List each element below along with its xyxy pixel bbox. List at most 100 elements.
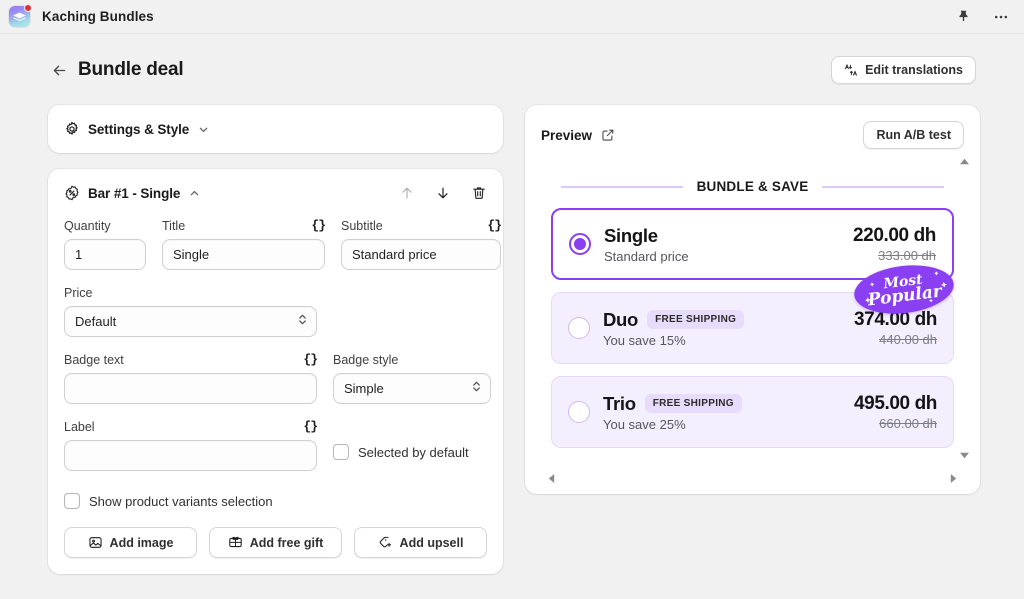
edit-translations-button[interactable]: Edit translations bbox=[831, 56, 976, 84]
title-label: Title bbox=[162, 218, 186, 233]
scroll-right-glyph bbox=[950, 474, 957, 483]
radio-single[interactable] bbox=[569, 233, 591, 255]
bar-action-buttons: Add image Add free gift Add upsell bbox=[64, 527, 487, 558]
settings-style-card: Settings & Style bbox=[48, 105, 503, 153]
translate-glyph bbox=[845, 64, 858, 76]
badge-text-variables-icon[interactable]: {} bbox=[303, 352, 318, 367]
arrow-up-icon bbox=[402, 187, 412, 199]
offer-title: Trio bbox=[603, 392, 636, 414]
delete-bar-button[interactable] bbox=[471, 185, 487, 201]
scroll-left-icon[interactable] bbox=[547, 473, 556, 484]
preview-header: Preview Run A/B test bbox=[525, 105, 980, 157]
settings-style-header[interactable]: Settings & Style bbox=[48, 105, 503, 153]
image-glyph bbox=[88, 537, 102, 548]
chevron-up-icon[interactable] bbox=[188, 187, 201, 200]
radio-duo[interactable] bbox=[568, 317, 590, 339]
heading-line-left bbox=[561, 185, 683, 188]
trash-icon bbox=[473, 187, 485, 199]
scroll-up-icon[interactable] bbox=[959, 157, 970, 166]
offer-option-trio[interactable]: Trio FREE SHIPPING You save 25% 495.00 d… bbox=[551, 376, 954, 448]
scroll-down-icon[interactable] bbox=[959, 451, 970, 460]
gift-icon bbox=[228, 535, 243, 550]
right-column: Preview Run A/B test BUNDLE & SAVE Singl… bbox=[525, 105, 980, 494]
page-body: Bundle deal Edit translations Settings &… bbox=[0, 34, 1024, 599]
external-link-icon[interactable] bbox=[601, 128, 615, 142]
move-bar-up-button[interactable] bbox=[399, 185, 415, 201]
discount-badge-glyph bbox=[65, 185, 79, 201]
free-shipping-badge: FREE SHIPPING bbox=[647, 310, 745, 329]
offer-compare-price: 333.00 dh bbox=[878, 248, 936, 263]
selected-by-default-checkbox[interactable]: Selected by default bbox=[333, 444, 469, 460]
bundle-heading: BUNDLE & SAVE bbox=[561, 179, 945, 194]
label-input[interactable] bbox=[64, 440, 317, 471]
badge-text-field: Badge text {} bbox=[64, 351, 318, 404]
quantity-input[interactable] bbox=[64, 239, 146, 270]
offer-price: 495.00 dh bbox=[853, 393, 937, 414]
badge-style-field: Badge style Simple bbox=[333, 351, 491, 404]
add-image-button[interactable]: Add image bbox=[64, 527, 197, 558]
move-bar-down-button[interactable] bbox=[435, 185, 451, 201]
badge-text-input[interactable] bbox=[64, 373, 317, 404]
app-titlebar: Kaching Bundles bbox=[0, 0, 1024, 34]
settings-style-title: Settings & Style bbox=[88, 121, 190, 137]
edit-translations-label: Edit translations bbox=[865, 63, 963, 77]
selected-by-default-label: Selected by default bbox=[358, 444, 469, 460]
pin-icon[interactable] bbox=[952, 6, 974, 28]
bar-settings-card: Bar #1 - Single Quantity 1 Title {} Sing… bbox=[48, 169, 503, 574]
label-field: Label {} bbox=[64, 418, 318, 471]
app-title: Kaching Bundles bbox=[42, 9, 154, 24]
badge-style-select[interactable]: Simple bbox=[333, 373, 491, 404]
offer-title: Single bbox=[604, 224, 658, 246]
run-ab-test-button[interactable]: Run A/B test bbox=[863, 121, 964, 149]
offer-main: Duo FREE SHIPPING You save 15% bbox=[603, 309, 844, 348]
title-field: Title {} bbox=[162, 217, 326, 270]
add-upsell-button[interactable]: Add upsell bbox=[354, 527, 487, 558]
bundle-heading-text: BUNDLE & SAVE bbox=[696, 179, 809, 194]
sparkle-icon: ✦ bbox=[868, 281, 876, 290]
price-field: Price Default bbox=[64, 284, 317, 337]
selected-by-default-field: Selected by default bbox=[333, 418, 469, 471]
more-horizontal-icon[interactable] bbox=[990, 6, 1012, 28]
layers-glyph bbox=[13, 12, 26, 22]
upsell-tag-glyph bbox=[379, 536, 391, 548]
scroll-left-glyph bbox=[548, 474, 555, 483]
bar-card-header[interactable]: Bar #1 - Single bbox=[48, 169, 503, 217]
show-variants-checkbox[interactable]: Show product variants selection bbox=[64, 493, 487, 509]
bar-settings-form: Quantity Title {} Subtitl bbox=[48, 217, 503, 574]
arrow-down-icon bbox=[438, 187, 448, 199]
upsell-tag-icon bbox=[378, 535, 393, 550]
page-header: Bundle deal Edit translations bbox=[48, 34, 976, 105]
title-input[interactable] bbox=[162, 239, 325, 270]
scroll-down-glyph bbox=[960, 452, 969, 459]
offer-prices: 495.00 dh 660.00 dh bbox=[844, 393, 937, 431]
radio-trio[interactable] bbox=[568, 401, 590, 423]
offer-main: Trio FREE SHIPPING You save 25% bbox=[603, 393, 844, 432]
subtitle-variables-icon[interactable]: {} bbox=[487, 218, 502, 233]
scroll-right-icon[interactable] bbox=[949, 473, 958, 484]
app-layers-icon bbox=[9, 4, 32, 27]
add-free-gift-button[interactable]: Add free gift bbox=[209, 527, 342, 558]
offer-subtitle: You save 15% bbox=[603, 332, 686, 348]
offer-option-single[interactable]: Single Standard price 220.00 dh 333.00 d… bbox=[551, 208, 957, 319]
quantity-field: Quantity bbox=[64, 217, 146, 270]
arrow-left-icon[interactable] bbox=[48, 59, 70, 81]
subtitle-label: Subtitle bbox=[341, 218, 383, 233]
heading-line-right bbox=[822, 185, 945, 188]
price-select[interactable]: Default bbox=[64, 306, 317, 337]
arrow-left-glyph bbox=[53, 65, 65, 75]
content-columns: Settings & Style Bar #1 - Single Quantit… bbox=[48, 105, 980, 574]
checkbox-box bbox=[333, 444, 349, 460]
chevron-down-glyph bbox=[199, 127, 208, 132]
discount-badge-icon bbox=[64, 185, 80, 201]
external-link-glyph bbox=[602, 129, 614, 141]
chevron-up-glyph bbox=[190, 190, 199, 195]
preview-title: Preview bbox=[541, 127, 593, 143]
label-variables-icon[interactable]: {} bbox=[303, 419, 318, 434]
subtitle-input[interactable] bbox=[341, 239, 501, 270]
offer-prices: 374.00 dh 440.00 dh bbox=[844, 309, 937, 347]
title-variables-icon[interactable]: {} bbox=[311, 218, 326, 233]
chevron-down-icon[interactable] bbox=[197, 123, 210, 136]
add-image-label: Add image bbox=[109, 535, 174, 550]
price-label: Price bbox=[64, 285, 93, 300]
sparkle-icon: ✦ bbox=[933, 270, 940, 279]
